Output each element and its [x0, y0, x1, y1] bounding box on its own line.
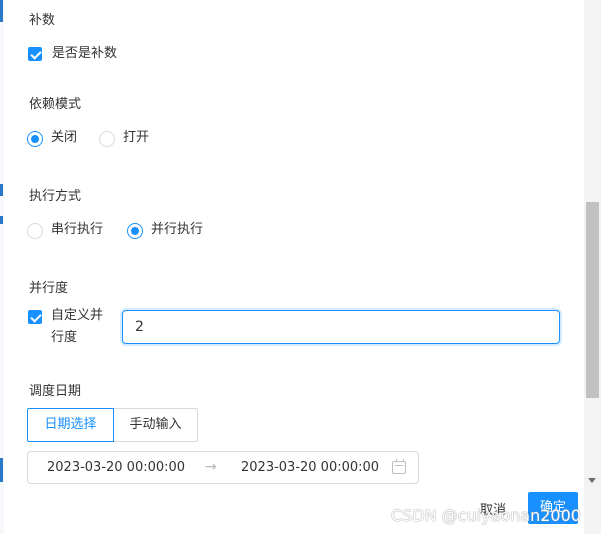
execution-mode-label: 执行方式 [29, 189, 82, 204]
scroll-down-icon[interactable] [588, 478, 596, 483]
dependency-mode-on-radio[interactable] [99, 131, 115, 147]
execution-mode-serial-radio[interactable] [27, 223, 43, 239]
range-arrow-icon: → [205, 459, 217, 475]
schedule-date-label: 调度日期 [29, 384, 82, 399]
execution-mode-serial-label[interactable]: 串行执行 [51, 222, 103, 238]
makeup-checkbox-label[interactable]: 是否是补数 [52, 46, 117, 62]
watermark: CSDN @cuiyaonan2000 [391, 506, 581, 525]
execution-mode-parallel-label[interactable]: 并行执行 [151, 222, 203, 238]
left-edge-mark [0, 216, 3, 224]
start-date[interactable]: 2023-03-20 00:00:00 [47, 459, 185, 476]
date-range-picker[interactable]: 2023-03-20 00:00:00 → 2023-03-20 00:00:0… [27, 451, 419, 484]
parallelism-custom-label-line2[interactable]: 行度 [51, 330, 77, 346]
end-date[interactable]: 2023-03-20 00:00:00 [241, 459, 379, 476]
parallelism-label: 并行度 [29, 281, 69, 296]
left-edge-mark [0, 470, 3, 482]
scrollbar-thumb[interactable] [586, 202, 599, 398]
parallelism-input[interactable]: 2 [122, 310, 560, 344]
execution-mode-parallel-radio[interactable] [127, 223, 143, 239]
left-edge-mark [0, 458, 3, 470]
dependency-mode-on-label[interactable]: 打开 [123, 130, 149, 146]
parallelism-custom-label-line1[interactable]: 自定义并 [51, 308, 103, 324]
makeup-checkbox[interactable] [28, 47, 42, 61]
makeup-label: 补数 [29, 13, 56, 28]
dependency-mode-label: 依赖模式 [29, 97, 82, 112]
dependency-mode-off-label[interactable]: 关闭 [51, 130, 77, 146]
parallelism-custom-checkbox[interactable] [28, 310, 42, 324]
page: 补数 是否是补数 依赖模式 关闭 打开 执行方式 串行执行 并行执行 并行度 自… [0, 0, 603, 534]
left-strip [0, 0, 4, 534]
left-edge-mark [0, 184, 3, 196]
tab-date-select[interactable]: 日期选择 [27, 408, 114, 442]
left-edge-mark [0, 12, 3, 22]
dependency-mode-off-radio[interactable] [27, 131, 43, 147]
tab-manual-input[interactable]: 手动输入 [113, 408, 198, 442]
calendar-icon[interactable] [392, 459, 406, 474]
left-edge-mark [0, 0, 3, 12]
